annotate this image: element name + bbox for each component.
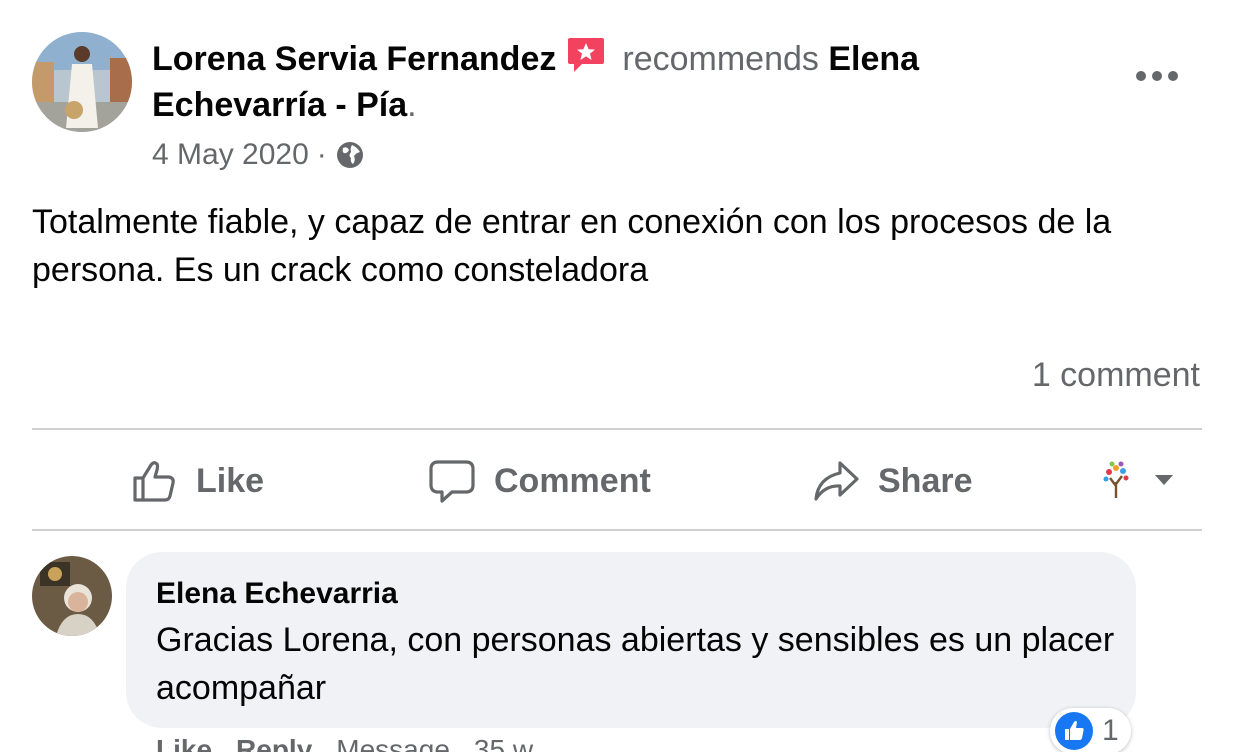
post-card: Lorena Servia Fernandez recommends Elena … [0,0,1236,752]
like-label: Like [196,461,265,500]
post-date[interactable]: 4 May 2020 [152,135,309,175]
commenter-name[interactable]: Elena Echevarria [156,574,398,614]
reaction-count: 1 [1102,714,1119,747]
share-label: Share [878,461,973,500]
author-avatar[interactable] [32,32,132,132]
tree-avatar-icon [1103,461,1129,498]
comment-label: Comment [494,461,651,500]
like-reaction-icon [1055,712,1093,750]
profile-selector[interactable] [1100,458,1174,502]
post-meta: 4 May 2020 · [152,135,365,175]
post-text: Totalmente fiable, y capaz de entrar en … [32,203,1112,289]
comment-like-link[interactable]: Like [156,732,212,752]
divider [32,529,1202,531]
recommend-badge-icon [566,36,606,74]
comment-text: Gracias Lorena, con personas abiertas y … [156,621,1115,707]
comment-bubble: Elena Echevarria Gracias Lorena, con per… [126,552,1136,728]
author-name[interactable]: Lorena Servia Fernandez [152,40,556,78]
comment-bubble-icon [429,460,475,503]
post-header-text: Lorena Servia Fernandez recommends Elena … [152,36,1052,128]
period-text: . [407,86,417,124]
thumbs-up-icon [133,461,175,502]
more-options-button[interactable] [1128,58,1186,94]
more-options-icon [1136,71,1178,81]
chevron-down-icon [1155,475,1173,485]
comment-actions: Like Reply Message 35 w [156,732,533,752]
comment-message-link[interactable]: Message [336,732,450,752]
divider [32,428,1202,430]
share-arrow-icon [814,461,859,501]
comment-count-link[interactable]: 1 comment [1032,352,1200,398]
like-button[interactable]: Like [130,452,264,510]
globe-icon [335,140,365,170]
comment-button[interactable]: Comment [428,452,651,510]
comment-reply-link[interactable]: Reply [236,732,312,752]
commenter-avatar[interactable] [32,556,112,636]
meta-separator: · [316,138,327,171]
comment-time[interactable]: 35 w [474,732,533,752]
share-button[interactable]: Share [812,452,973,510]
recommends-text: recommends [622,40,819,78]
comment-reactions[interactable]: 1 [1050,708,1131,752]
